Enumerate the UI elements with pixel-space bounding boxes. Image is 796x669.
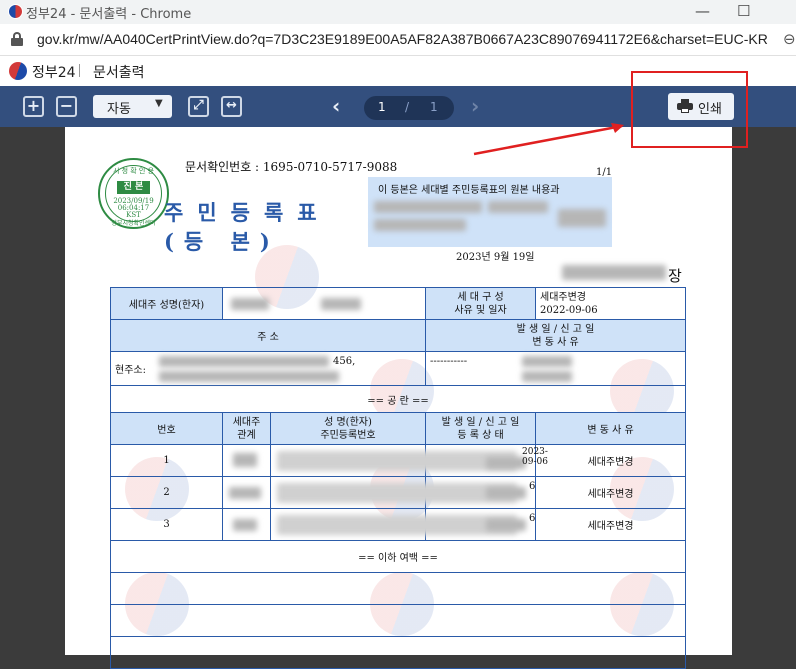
window-titlebar: 정부24 - 문서출력 - Chrome — ☐	[0, 0, 796, 24]
resident-register-table: 세대주 성명(한자) 세 대 구 성 사유 및 일자 세대주변경 2022-09…	[110, 287, 686, 669]
table-row: 3 6 세대주변경	[110, 508, 686, 541]
maximize-button[interactable]: ☐	[737, 2, 750, 20]
gov24-logo-icon[interactable]	[9, 62, 27, 80]
row-reason: 세대주변경	[535, 476, 686, 509]
empty-row	[110, 636, 686, 669]
row-dates: 6	[425, 476, 536, 509]
url-text[interactable]: gov.kr/mw/AA040CertPrintView.do?q=7D3C23…	[37, 31, 768, 47]
column-name: 성 명(한자) 주민등록번호	[270, 412, 426, 445]
issue-date: 2023년 9월 19일	[456, 252, 535, 263]
current-page-input[interactable]: 1	[378, 100, 386, 114]
site-header: 정부24 문서출력	[0, 56, 796, 86]
row-dates: 2023-09-06	[425, 444, 548, 477]
seal-bottom-text: 정부시청확인센터	[111, 220, 156, 227]
fit-page-button[interactable]: ⤢	[188, 96, 209, 117]
zoom-in-button[interactable]: +	[23, 96, 44, 117]
chevron-down-icon: ▼	[155, 98, 163, 109]
certificate: 시 청 확 인 용 진 본 2023/09/19 06:04:17 KST 정부…	[65, 127, 732, 669]
issuer-suffix: 장	[668, 267, 682, 285]
seal-top-text: 시 청 확 인 용	[112, 167, 155, 175]
window-title: 정부24 - 문서출력 - Chrome	[26, 7, 192, 22]
printer-icon	[677, 99, 693, 113]
copy-notice-box: 이 등본은 세대별 주민등록표의 원본 내용과	[368, 177, 612, 247]
header-divider	[79, 64, 80, 77]
address-bar[interactable]: gov.kr/mw/AA040CertPrintView.do?q=7D3C23…	[0, 24, 796, 56]
row-dates: 6	[425, 508, 536, 541]
print-button-label: 인쇄	[698, 102, 722, 117]
household-composition-value: 세대주변경 2022-09-06	[535, 287, 686, 320]
table-row: 1 2023-09-06 세대주변경	[110, 444, 686, 477]
zoom-select[interactable]: 자동 ▼	[93, 95, 172, 118]
address-number: 456,	[333, 356, 356, 367]
zoom-select-value: 자동	[107, 102, 131, 117]
lock-icon[interactable]	[11, 32, 23, 46]
document-subtitle: (등 본)	[164, 229, 280, 254]
householder-value	[222, 287, 426, 320]
empty-row	[110, 604, 686, 637]
page-title: 문서출력	[93, 65, 145, 81]
gov24-logo-icon	[8, 4, 23, 19]
next-page-button[interactable]: ›	[471, 94, 479, 118]
row-number: 3	[110, 508, 223, 541]
document-page: 시 청 확 인 용 진 본 2023/09/19 06:04:17 KST 정부…	[65, 127, 732, 669]
column-number: 번호	[110, 412, 223, 445]
viewer-gutter-right	[732, 127, 796, 655]
copy-notice: 이 등본은 세대별 주민등록표의 원본 내용과	[378, 185, 560, 196]
current-address: 현주소: 456,	[110, 351, 426, 386]
page-separator: /	[405, 100, 410, 114]
householder-label: 세대주 성명(한자)	[110, 287, 223, 320]
seal-main-text: 진 본	[117, 181, 150, 194]
verification-seal: 시 청 확 인 용 진 본 2023/09/19 06:04:17 KST 정부…	[98, 158, 169, 229]
extension-icon[interactable]: ⊖	[783, 30, 796, 48]
page-indicator[interactable]: 1 / 1	[364, 96, 454, 120]
column-reason: 변 동 사 유	[535, 412, 686, 445]
household-composition-label: 세 대 구 성 사유 및 일자	[425, 287, 536, 320]
row-reason: 세대주변경	[535, 508, 686, 541]
row-number: 2	[110, 476, 223, 509]
document-number: 문서확인번호 : 1695-0710-5717-9088	[185, 160, 398, 174]
blank-section-marker: == 공 란 ==	[110, 385, 686, 413]
zoom-out-button[interactable]: −	[56, 96, 77, 117]
print-button[interactable]: 인쇄	[668, 93, 734, 120]
column-dates: 발 생 일 / 신 고 일 등 록 상 태	[425, 412, 536, 445]
document-title: 주민등록표	[164, 200, 331, 225]
viewer-gutter-left	[0, 127, 65, 655]
current-address-label: 현주소:	[115, 365, 146, 376]
site-brand[interactable]: 정부24	[32, 62, 76, 82]
prev-page-button[interactable]: ‹	[332, 94, 340, 118]
fit-width-button[interactable]: ↔	[221, 96, 242, 117]
row-number: 1	[110, 444, 223, 477]
table-row: 2 6 세대주변경	[110, 476, 686, 509]
end-of-records-marker: == 이하 여백 ==	[110, 540, 686, 573]
empty-row	[110, 572, 686, 605]
current-address-dates: -----------	[425, 351, 686, 386]
address-dates-header: 발 생 일 / 신 고 일 변 동 사 유	[425, 319, 686, 352]
address-dates-value: -----------	[430, 356, 468, 367]
minimize-button[interactable]: —	[695, 2, 710, 20]
row-reason: 세대주변경	[535, 444, 686, 477]
column-relation: 세대주 관계	[222, 412, 271, 445]
total-pages: 1	[430, 100, 438, 114]
address-header: 주 소	[110, 319, 426, 352]
